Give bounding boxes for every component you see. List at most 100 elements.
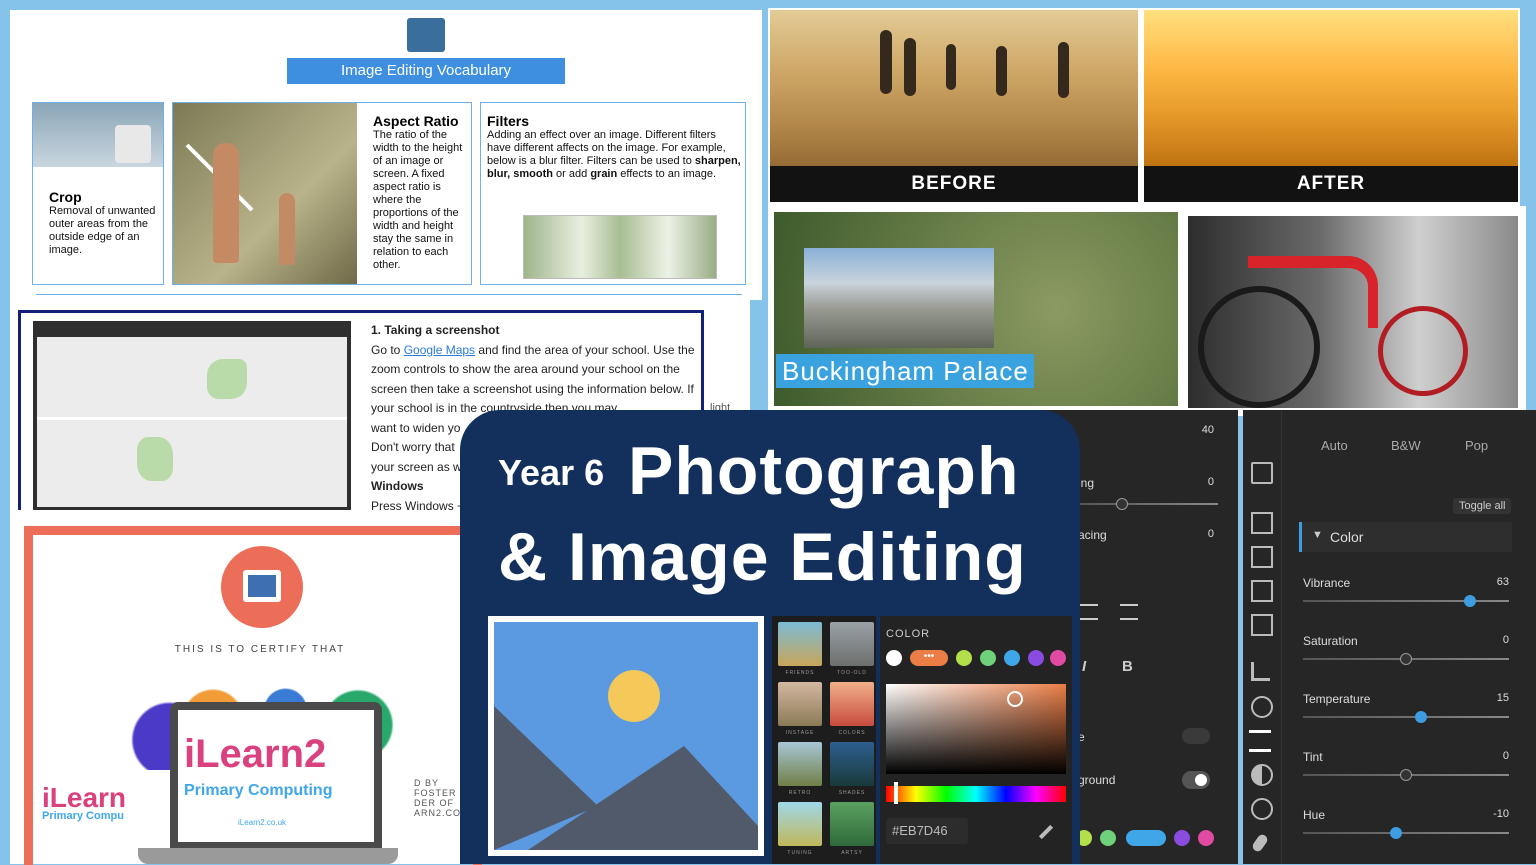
toggle1-switch[interactable]	[1182, 728, 1210, 744]
certify-text: THIS IS TO CERTIFY THAT	[174, 644, 346, 655]
spiral-tool-icon[interactable]	[1251, 798, 1273, 820]
filter-label: SHADES	[838, 790, 866, 796]
maps-screenshot	[33, 321, 351, 511]
swatch-more-button[interactable]	[1126, 830, 1166, 846]
before-photo	[770, 10, 1138, 166]
swatch-green[interactable]	[1100, 830, 1116, 846]
tool-rail	[1243, 410, 1282, 864]
filter-thumb-tuning[interactable]	[778, 802, 822, 846]
saturation-handle[interactable]	[1007, 691, 1023, 707]
italic-button[interactable]: I	[1082, 658, 1086, 675]
saturation-area[interactable]	[886, 684, 1066, 774]
swatch-blue[interactable]	[1004, 650, 1020, 666]
preset-bw[interactable]: B&W	[1391, 438, 1421, 453]
bike-wheel-rear	[1378, 306, 1468, 396]
slider-value-tint: 0	[1502, 750, 1509, 762]
laptop-brand: iLearn2	[184, 732, 327, 776]
crop-text: Removal of unwanted outer areas from the…	[49, 205, 156, 256]
crop-heading: Crop	[49, 189, 82, 205]
row1-knob[interactable]	[1116, 498, 1128, 510]
bold-button[interactable]: B	[1122, 658, 1133, 675]
align-right-icon[interactable]	[1120, 604, 1138, 620]
slider-value-vibrance: 63	[1496, 576, 1509, 588]
slider-knob-vibrance[interactable]	[1463, 595, 1476, 607]
color-heading: COLOR	[886, 628, 931, 640]
cut-tool-icon[interactable]	[1251, 696, 1273, 718]
google-maps-link[interactable]: Google Maps	[404, 343, 475, 357]
preset-pop[interactable]: Pop	[1465, 438, 1488, 453]
texture-tool-icon[interactable]	[1251, 580, 1273, 602]
slider-track-hue[interactable]	[1303, 832, 1509, 834]
left-brand-sub: Primary Compu	[42, 810, 124, 822]
swatch-lime-2[interactable]	[956, 650, 972, 666]
toggle2-switch[interactable]	[1182, 771, 1210, 789]
title-card: Year 6 Photograph & Image Editing FRIEND…	[460, 410, 1080, 864]
filters-text: Adding an effect over an image. Differen…	[487, 129, 741, 180]
filter-thumb-colors[interactable]	[830, 682, 874, 726]
filter-thumb-friends[interactable]	[778, 622, 822, 666]
swatch-green-2[interactable]	[980, 650, 996, 666]
image-placeholder	[488, 616, 764, 856]
filter-label: COLORS	[838, 730, 866, 736]
toggle2-label: ground	[1078, 773, 1116, 787]
align-center-icon[interactable]	[1080, 604, 1098, 620]
select-tool-icon[interactable]	[1251, 462, 1273, 484]
color-section-label: Color	[1330, 529, 1364, 545]
slider-value-temperature: 15	[1496, 692, 1509, 704]
figurine-small	[279, 193, 295, 265]
filter-thumb-shades[interactable]	[830, 742, 874, 786]
image-tool-icon[interactable]	[1251, 614, 1273, 636]
aspect-text: The ratio of the width to the height of …	[373, 129, 463, 271]
palace-inset-photo	[804, 248, 994, 348]
hue-handle[interactable]	[894, 782, 898, 804]
filter-thumb-artsy[interactable]	[830, 802, 874, 846]
slider-track-temperature[interactable]	[1303, 716, 1509, 718]
laptop-brand-url: iLearn2.co.uk	[238, 818, 287, 827]
filter-label: ARTSY	[841, 850, 863, 856]
hex-input[interactable]: #EB7D46	[886, 818, 968, 844]
swatch-pink-2[interactable]	[1050, 650, 1066, 666]
layout-tool-icon[interactable]	[1251, 512, 1273, 534]
title-line-2: & Image Editing	[498, 519, 1027, 595]
laptop-brand-sub: Primary Computing	[184, 782, 333, 799]
contrast-tool-icon[interactable]	[1251, 764, 1273, 786]
slider-track-vibrance[interactable]	[1303, 600, 1509, 602]
swatch-white[interactable]	[886, 650, 902, 666]
eyedropper-icon[interactable]	[1038, 824, 1054, 840]
filter-label: FRIENDS	[785, 670, 815, 676]
before-label: BEFORE	[770, 166, 1138, 202]
filter-thumb-instage[interactable]	[778, 682, 822, 726]
slider-knob-saturation[interactable]	[1400, 653, 1412, 665]
swatch-pink[interactable]	[1198, 830, 1214, 846]
swatch-purple-2[interactable]	[1028, 650, 1044, 666]
row1-label: ing	[1078, 476, 1095, 490]
landscape-image-icon	[494, 622, 758, 850]
crop-tool-icon[interactable]	[1251, 662, 1270, 681]
bike-photo-card	[1183, 206, 1526, 416]
map-park-2	[137, 437, 173, 481]
brush-tool-icon[interactable]	[1250, 832, 1270, 854]
vocabulary-sheet: Image Editing Vocabulary Crop Removal of…	[10, 10, 762, 300]
ilearn-logo-icon	[407, 18, 445, 52]
slider-knob-tint[interactable]	[1400, 769, 1412, 781]
text-tool-icon[interactable]	[1251, 546, 1273, 568]
slider-knob-temperature[interactable]	[1415, 711, 1428, 723]
certificate: THIS IS TO CERTIFY THAT iLearn2 Primary …	[10, 510, 482, 865]
swatch-orange-selected[interactable]: •••	[910, 650, 948, 666]
swatch-purple[interactable]	[1174, 830, 1190, 846]
row1-slider[interactable]	[1078, 503, 1218, 505]
filter-thumb-retro[interactable]	[778, 742, 822, 786]
filter-thumb-too-old[interactable]	[830, 622, 874, 666]
adjust-tool-icon[interactable]	[1249, 730, 1271, 752]
color-section-header[interactable]: ▼ Color	[1299, 522, 1512, 552]
crop-card: Crop Removal of unwanted outer areas fro…	[32, 102, 164, 285]
blur-example-photo	[523, 215, 717, 279]
toggle-all-button[interactable]: Toggle all	[1453, 498, 1512, 514]
slider-label-hue: Hue	[1303, 808, 1326, 822]
slider-knob-hue[interactable]	[1389, 827, 1402, 839]
filter-label: TOO-OLD	[837, 670, 867, 676]
hue-slider[interactable]	[886, 786, 1066, 802]
aspect-card: Aspect Ratio The ratio of the width to t…	[172, 102, 472, 285]
preset-auto[interactable]: Auto	[1321, 438, 1348, 453]
after-label: AFTER	[1144, 166, 1518, 202]
